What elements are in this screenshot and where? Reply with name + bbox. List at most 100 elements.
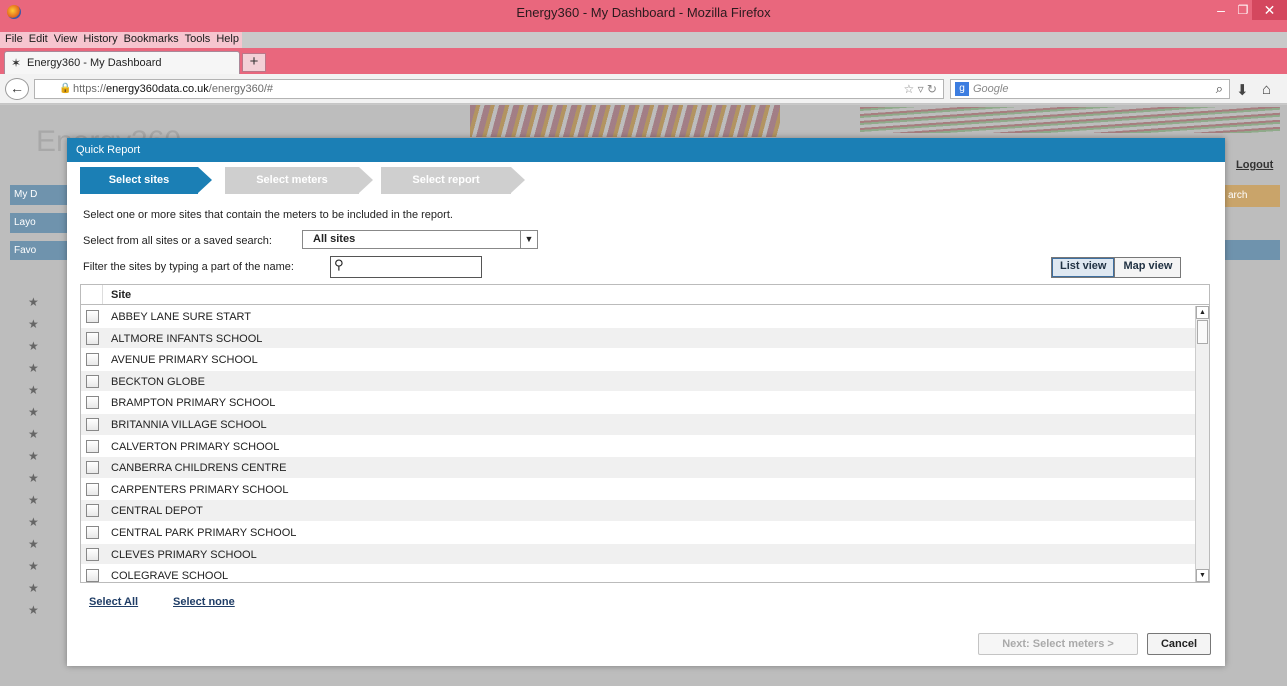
cancel-button[interactable]: Cancel xyxy=(1147,633,1211,655)
new-tab-button[interactable]: + xyxy=(242,53,266,72)
browser-tab[interactable]: ✶ Energy360 - My Dashboard xyxy=(4,51,240,74)
google-icon: g xyxy=(955,82,969,96)
menu-file[interactable]: File xyxy=(2,32,26,48)
table-body: ABBEY LANE SURE START ALTMORE INFANTS SC… xyxy=(81,306,1196,582)
site-name: ALTMORE INFANTS SCHOOL xyxy=(111,332,263,345)
row-checkbox[interactable] xyxy=(86,353,99,367)
row-checkbox[interactable] xyxy=(86,396,99,410)
next-select-meters-button[interactable]: Next: Select meters > xyxy=(978,633,1138,655)
star-icon: ★ xyxy=(28,537,39,551)
bg-layout: Layo xyxy=(10,213,70,233)
search-bar[interactable]: g Google ⌕ xyxy=(950,79,1230,99)
row-checkbox[interactable] xyxy=(86,374,99,388)
bookmark-star-icon[interactable]: ☆ ▿ ↻ xyxy=(903,82,937,96)
tab-bar: ✶ Energy360 - My Dashboard + xyxy=(0,48,1287,74)
menu-history[interactable]: History xyxy=(80,32,121,48)
bg-favourites-grid xyxy=(10,260,70,680)
filter-label: Filter the sites by typing a part of the… xyxy=(83,261,294,273)
star-icon: ★ xyxy=(28,471,39,485)
map-view-button[interactable]: Map view xyxy=(1115,258,1181,277)
row-checkbox[interactable] xyxy=(86,439,99,453)
home-icon[interactable]: ⌂ xyxy=(1262,81,1271,98)
table-row[interactable]: CARPENTERS PRIMARY SCHOOL xyxy=(81,478,1196,501)
site-name: CANBERRA CHILDRENS CENTRE xyxy=(111,462,287,475)
menu-help[interactable]: Help xyxy=(213,32,242,48)
saved-search-dropdown[interactable]: All sites ▼ xyxy=(302,230,538,249)
header-stripes xyxy=(470,105,780,137)
close-icon[interactable]: ✕ xyxy=(1252,0,1287,20)
table-scrollbar[interactable]: ▲ ▼ xyxy=(1195,306,1209,582)
table-row[interactable]: CANBERRA CHILDRENS CENTRE xyxy=(81,457,1196,479)
star-icon: ★ xyxy=(28,383,39,397)
row-checkbox[interactable] xyxy=(86,525,99,539)
row-checkbox[interactable] xyxy=(86,417,99,431)
search-engine-name: Google xyxy=(973,83,1009,95)
instructions-text: Select one or more sites that contain th… xyxy=(83,209,453,221)
search-icon[interactable]: ⌕ xyxy=(1216,81,1223,97)
url-bar[interactable]: 🔒 https://energy360data.co.uk/energy360/… xyxy=(34,79,944,99)
search-icon: ⚲ xyxy=(334,257,344,272)
table-row[interactable]: CENTRAL PARK PRIMARY SCHOOL xyxy=(81,521,1196,544)
header-check-column xyxy=(81,285,103,304)
star-icon: ★ xyxy=(28,427,39,441)
download-icon[interactable]: ⬇ xyxy=(1236,81,1249,99)
quick-report-dialog: Quick Report Select sites Select meters … xyxy=(67,138,1225,666)
scroll-down-icon[interactable]: ▼ xyxy=(1196,569,1209,582)
menu-bar: File Edit View History Bookmarks Tools H… xyxy=(0,32,242,48)
site-favicon-icon: ✶ xyxy=(11,56,22,70)
table-row[interactable]: ABBEY LANE SURE START xyxy=(81,306,1196,328)
step-select-sites[interactable]: Select sites xyxy=(80,167,212,194)
star-icon: ★ xyxy=(28,361,39,375)
site-name: CENTRAL PARK PRIMARY SCHOOL xyxy=(111,526,297,539)
table-row[interactable]: BRAMPTON PRIMARY SCHOOL xyxy=(81,392,1196,414)
row-checkbox[interactable] xyxy=(86,331,99,345)
row-checkbox[interactable] xyxy=(86,310,99,323)
site-filter-input[interactable]: ⚲ xyxy=(330,256,482,278)
row-checkbox[interactable] xyxy=(86,482,99,496)
star-icon: ★ xyxy=(28,559,39,573)
browser-titlebar: Energy360 - My Dashboard - Mozilla Firef… xyxy=(0,0,1287,32)
table-row[interactable]: CENTRAL DEPOT xyxy=(81,500,1196,522)
url-text: https://energy360data.co.uk/energy360/# xyxy=(73,83,273,95)
row-checkbox[interactable] xyxy=(86,547,99,561)
table-row[interactable]: CLEVES PRIMARY SCHOOL xyxy=(81,543,1196,566)
minimize-icon[interactable]: – xyxy=(1210,0,1232,20)
table-row[interactable]: BECKTON GLOBE xyxy=(81,370,1196,393)
site-name: CLEVES PRIMARY SCHOOL xyxy=(111,548,257,561)
row-checkbox[interactable] xyxy=(86,504,99,518)
star-icon: ★ xyxy=(28,339,39,353)
bg-panel-controls xyxy=(1224,240,1280,260)
table-row[interactable]: COLEGRAVE SCHOOL xyxy=(81,565,1196,582)
step-select-meters: Select meters xyxy=(225,167,373,194)
site-name: CARPENTERS PRIMARY SCHOOL xyxy=(111,483,289,496)
restore-icon[interactable]: ❐ xyxy=(1232,0,1254,20)
list-view-button[interactable]: List view xyxy=(1052,258,1116,277)
select-all-link[interactable]: Select All xyxy=(89,596,138,608)
view-toggle: List view Map view xyxy=(1051,257,1182,278)
row-checkbox[interactable] xyxy=(86,461,99,475)
menu-edit[interactable]: Edit xyxy=(25,32,51,48)
star-icon: ★ xyxy=(28,493,39,507)
site-name: AVENUE PRIMARY SCHOOL xyxy=(111,354,258,367)
table-row[interactable]: ALTMORE INFANTS SCHOOL xyxy=(81,327,1196,350)
menu-bookmarks[interactable]: Bookmarks xyxy=(120,32,182,48)
back-arrow-icon[interactable]: ← xyxy=(5,78,29,100)
select-none-link[interactable]: Select none xyxy=(173,596,235,608)
menu-view[interactable]: View xyxy=(50,32,81,48)
table-row[interactable]: CALVERTON PRIMARY SCHOOL xyxy=(81,435,1196,458)
menu-tools[interactable]: Tools xyxy=(181,32,214,48)
scroll-up-icon[interactable]: ▲ xyxy=(1196,306,1209,319)
table-row[interactable]: AVENUE PRIMARY SCHOOL xyxy=(81,349,1196,371)
site-name: BRAMPTON PRIMARY SCHOOL xyxy=(111,397,276,410)
star-icon: ★ xyxy=(28,295,39,309)
background-search-button: arch xyxy=(1224,185,1280,207)
row-checkbox[interactable] xyxy=(86,569,99,582)
site-name: CALVERTON PRIMARY SCHOOL xyxy=(111,440,280,453)
chevron-down-icon: ▼ xyxy=(520,231,537,248)
star-icon: ★ xyxy=(28,581,39,595)
star-icon: ★ xyxy=(28,603,39,617)
table-row[interactable]: BRITANNIA VILLAGE SCHOOL xyxy=(81,413,1196,436)
logout-link: Logout xyxy=(1236,159,1274,171)
scroll-thumb[interactable] xyxy=(1197,320,1208,344)
step-select-report: Select report xyxy=(381,167,525,194)
